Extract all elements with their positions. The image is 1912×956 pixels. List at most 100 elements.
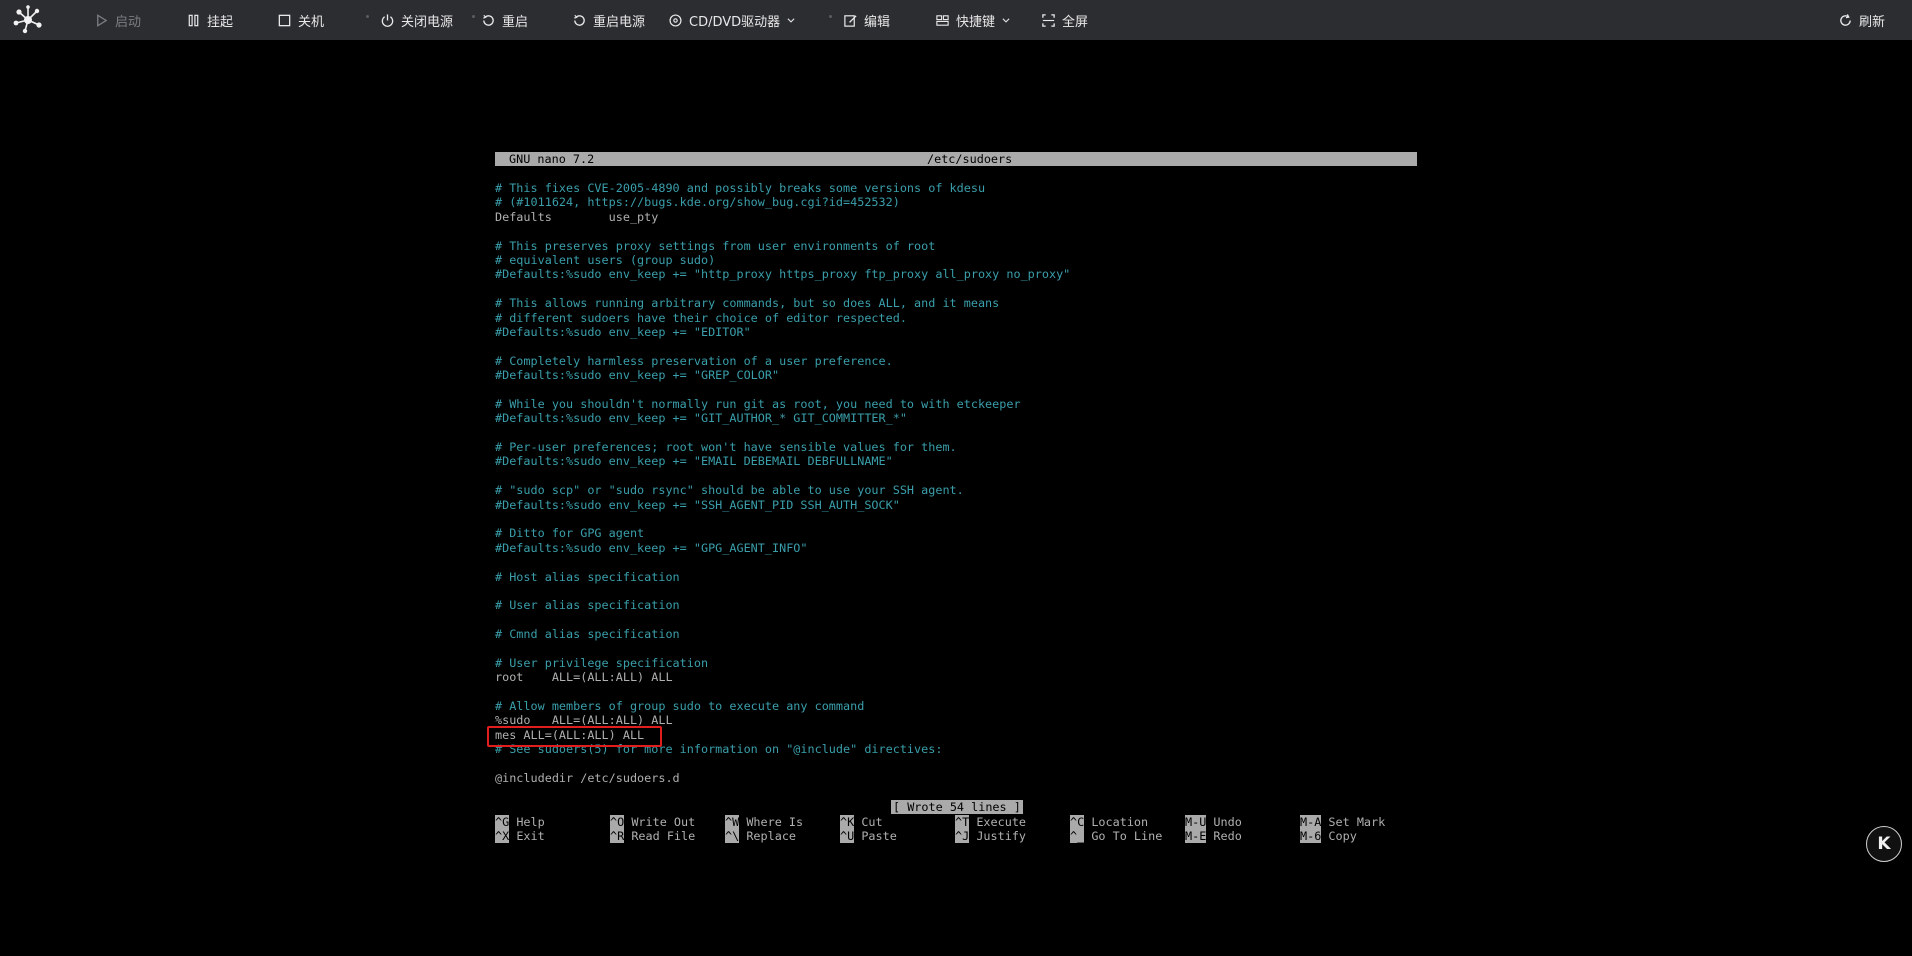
shortcut-item: ^G Help — [495, 815, 545, 829]
shortcut-item: ^T Execute — [955, 815, 1026, 829]
refresh-button[interactable]: 刷新 — [1838, 0, 1885, 40]
shortcut-label: Location — [1084, 815, 1149, 829]
shortcut-item: M-E Redo — [1185, 829, 1242, 844]
editor-line: # "sudo scp" or "sudo rsync" should be a… — [495, 483, 964, 498]
fullscreen-label: 全屏 — [1062, 14, 1089, 30]
nano-title-bar: GNU nano 7.2 /etc/sudoers — [495, 152, 1417, 166]
editor-line: # Per-user preferences; root won't have … — [495, 440, 957, 455]
shortcut-item: ^C Location — [1070, 815, 1148, 829]
suspend-label: 挂起 — [207, 14, 234, 30]
shortcut-item: ^X Exit — [495, 829, 545, 844]
nano-filename: /etc/sudoers — [927, 152, 1013, 166]
start-button[interactable]: 启动 — [94, 0, 141, 40]
shortcut-label: Where Is — [739, 815, 804, 829]
power-off-label: 关闭电源 — [401, 14, 454, 30]
shortcut-item: ^\ Replace — [725, 829, 797, 844]
editor-line: # Ditto for GPG agent — [495, 526, 645, 541]
shortcuts-dropdown[interactable]: 快捷键 — [935, 0, 1011, 40]
shortcut-item: ^_ Go To Line — [1070, 829, 1162, 844]
separator-dot — [829, 15, 832, 18]
shortcut-label: Paste — [854, 829, 897, 844]
shortcut-item: ^W Where Is — [725, 815, 803, 829]
cd-dvd-dropdown[interactable]: CD/DVD驱动器 — [668, 0, 796, 40]
pause-icon — [188, 14, 199, 26]
power-icon — [381, 13, 394, 27]
shortcut-label: Write Out — [624, 815, 696, 829]
power-off-button[interactable]: 关闭电源 — [380, 0, 453, 40]
shortcut-key: ^J — [955, 829, 970, 844]
power-cycle-icon — [574, 14, 585, 26]
shortcut-label: Set Mark — [1321, 815, 1386, 829]
refresh-icon — [1840, 13, 1851, 26]
shortcut-item: M-A Set Mark — [1300, 815, 1385, 829]
start-label: 启动 — [115, 14, 142, 30]
restart-icon — [483, 14, 494, 26]
editor-line: #Defaults:%sudo env_keep += "EDITOR" — [495, 324, 751, 339]
cd-dvd-label: CD/DVD驱动器 — [689, 14, 781, 30]
shortcut-key: ^W — [725, 815, 740, 829]
k-badge-icon[interactable]: K — [1866, 826, 1902, 862]
editor-line: # This fixes CVE-2005-4890 and possibly … — [495, 181, 986, 195]
editor-line: # User privilege specification — [495, 655, 709, 670]
shortcut-item: ^J Justify — [955, 829, 1027, 844]
restart-button[interactable]: 重启 — [481, 0, 528, 40]
shortcut-key: M-A — [1300, 815, 1322, 829]
shortcut-item: ^R Read File — [610, 829, 696, 844]
refresh-label: 刷新 — [1859, 14, 1886, 30]
editor-line: # Cmnd alias specification — [495, 627, 680, 642]
shortcut-key: ^G — [495, 815, 510, 829]
suspend-button[interactable]: 挂起 — [186, 0, 233, 40]
editor-line: # This allows running arbitrary commands… — [495, 296, 1000, 311]
shortcut-item: ^K Cut — [840, 815, 883, 829]
shortcut-label: Help — [509, 815, 545, 829]
editor-line: # equivalent users (group sudo) — [495, 252, 716, 267]
power-cycle-button[interactable]: 重启电源 — [572, 0, 645, 40]
editor-line: @includedir /etc/sudoers.d — [495, 771, 680, 786]
shortcut-label: Copy — [1321, 829, 1357, 844]
power-cycle-label: 重启电源 — [593, 14, 646, 30]
shortcut-label: Replace — [739, 829, 797, 844]
shortcut-label: Redo — [1206, 829, 1242, 844]
shortcut-key: ^X — [495, 829, 510, 844]
edit-button[interactable]: 编辑 — [843, 0, 890, 40]
fullscreen-button[interactable]: 全屏 — [1041, 0, 1088, 40]
editor-line: #Defaults:%sudo env_keep += "EMAIL DEBEM… — [495, 454, 893, 469]
shortcut-key: ^U — [840, 829, 855, 844]
editor-line: # User alias specification — [495, 598, 680, 613]
shortcut-key: M-E — [1185, 829, 1207, 844]
shortcuts-label: 快捷键 — [956, 14, 996, 30]
shortcut-key: ^\ — [725, 829, 740, 844]
shortcut-key: ^_ — [1070, 829, 1085, 844]
nano-shortcut-bar: ^G Help ^X Exit ^O Write Out ^R Read File ^W… — [495, 815, 1417, 845]
shortcuts-icon — [936, 14, 949, 26]
disc-icon — [669, 13, 682, 27]
editor-line: # different sudoers have their choice of… — [495, 310, 907, 325]
shortcut-label: Justify — [969, 829, 1027, 844]
fullscreen-icon — [1042, 13, 1055, 27]
shortcut-item: ^O Write Out — [610, 815, 695, 829]
vm-toolbar: 启动 挂起 关机 关闭电源 重启 重启电源 CD/DVD驱动器 编辑 快捷键 全… — [0, 0, 1912, 40]
nano-editor-buffer[interactable]: # This fixes CVE-2005-4890 and possibly … — [495, 181, 1417, 785]
edit-label: 编辑 — [864, 14, 891, 30]
shutdown-button[interactable]: 关机 — [277, 0, 324, 40]
chevron-down-icon — [787, 18, 795, 23]
nano-status-message: [ Wrote 54 lines ] — [891, 800, 1023, 814]
editor-line: # Allow members of group sudo to execute… — [495, 699, 865, 714]
shutdown-label: 关机 — [298, 14, 325, 30]
shortcut-key: ^K — [840, 815, 855, 829]
shortcut-label: Cut — [854, 815, 883, 829]
shortcut-label: Execute — [969, 815, 1027, 829]
shortcut-item: M-6 Copy — [1300, 829, 1357, 844]
app-logo-icon[interactable] — [10, 3, 46, 37]
shortcut-key: M-6 — [1300, 829, 1322, 844]
shortcut-label: Read File — [624, 829, 696, 844]
